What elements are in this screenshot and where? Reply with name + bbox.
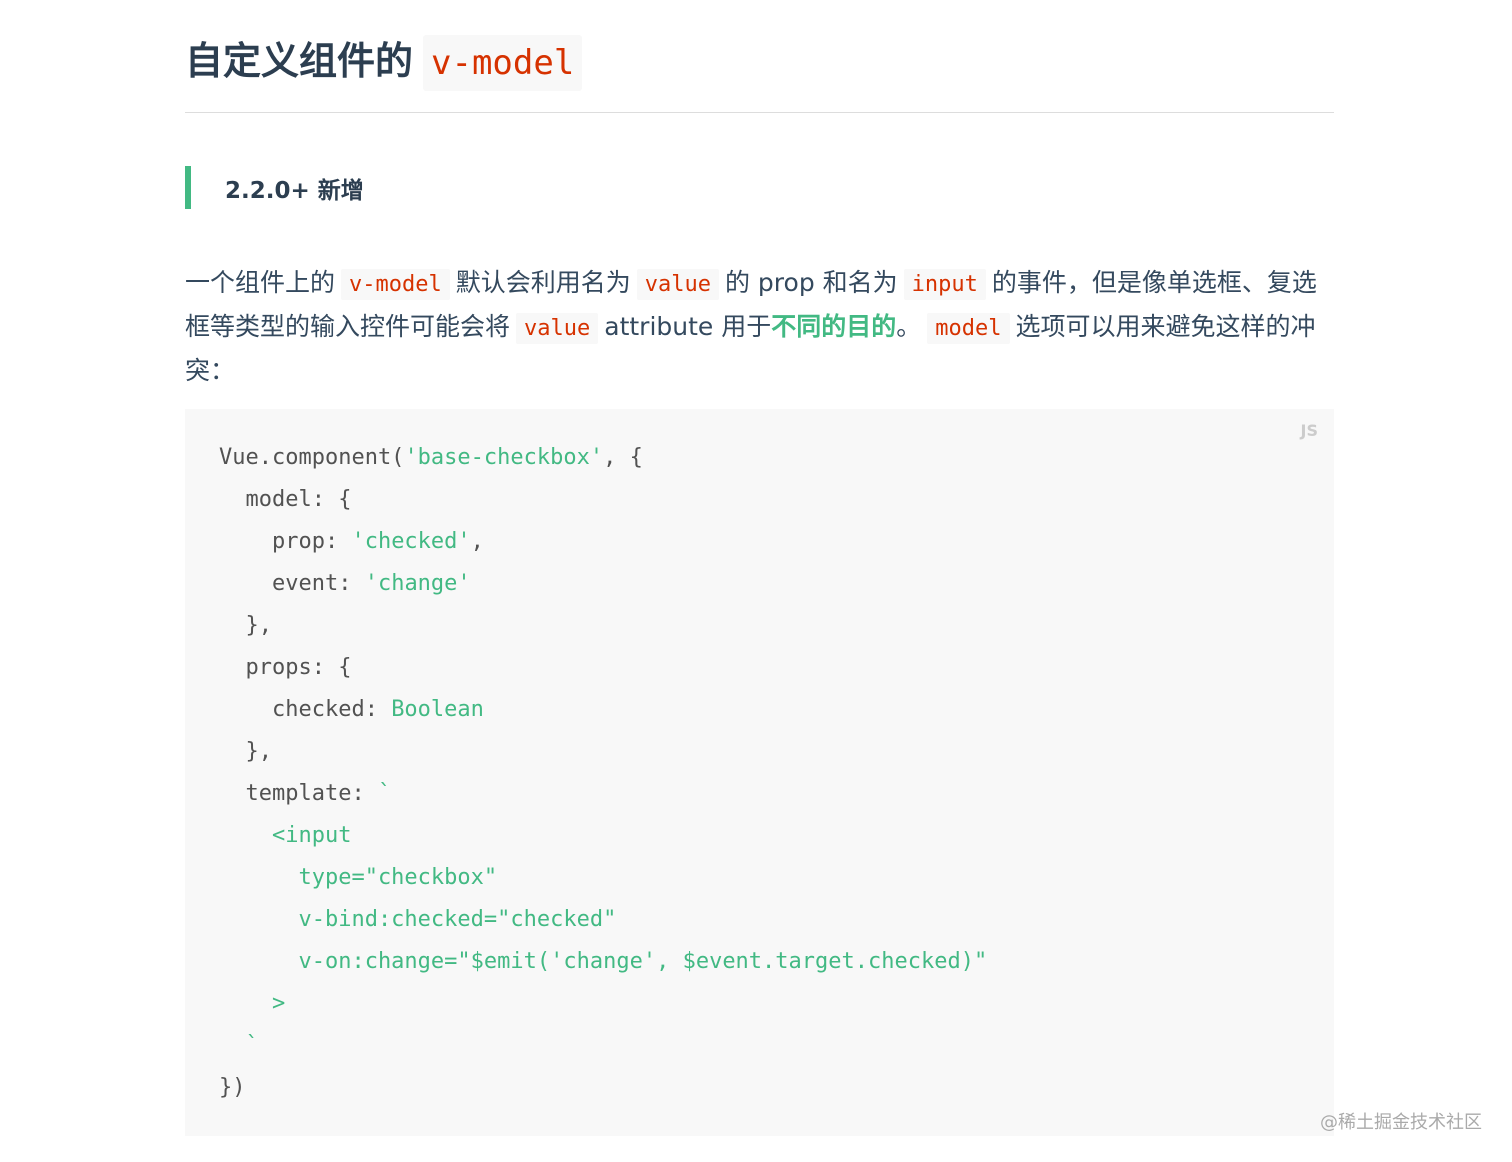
- intro-paragraph: 一个组件上的 v-model 默认会利用名为 value 的 prop 和名为 input…: [185, 262, 1334, 392]
- page-title: 自定义组件的 v-model: [185, 30, 583, 92]
- code-token: , {: [603, 445, 643, 470]
- intro-text: attribute 用于: [604, 312, 772, 341]
- code-line: template: `: [219, 773, 987, 815]
- code-token: checked:: [219, 697, 392, 722]
- code-language-label: JS: [1300, 421, 1318, 440]
- intro-text: 默认会利用名为: [455, 268, 631, 297]
- code-token: type="checkbox": [219, 865, 498, 890]
- code-token: prop:: [219, 529, 352, 554]
- code-token: 'checked': [351, 529, 471, 554]
- code-line: Vue.component('base-checkbox', {: [219, 437, 987, 479]
- code-line: type="checkbox": [219, 857, 987, 899]
- code-token: template:: [219, 781, 378, 806]
- code-line: },: [219, 605, 987, 647]
- inline-code: value: [516, 313, 599, 344]
- code-line: props: {: [219, 647, 987, 689]
- code-token: model: {: [219, 487, 352, 512]
- code-line: v-on:change="$emit('change', $event.targ…: [219, 941, 987, 983]
- code-token: v-bind:checked="checked": [219, 907, 617, 932]
- code-token: 'change': [364, 571, 471, 596]
- code-line: }): [219, 1067, 987, 1109]
- code-token: <input: [219, 823, 352, 848]
- page-title-code: v-model: [423, 35, 583, 91]
- code-token: ,: [470, 529, 484, 554]
- code-line: event: 'change': [219, 563, 987, 605]
- code-block[interactable]: JS Vue.component('base-checkbox', { mode…: [185, 409, 1334, 1136]
- code-token: `: [219, 1033, 259, 1058]
- code-line: model: {: [219, 479, 987, 521]
- code-token: event:: [219, 571, 365, 596]
- version-badge-text: 2.2.0+ 新增: [225, 177, 364, 204]
- code-line: `: [219, 1025, 987, 1067]
- intro-text: 。: [896, 312, 922, 341]
- inline-code: value: [636, 269, 719, 300]
- code-token: Boolean: [391, 697, 484, 722]
- code-token: >: [219, 991, 286, 1016]
- inline-code: input: [903, 269, 986, 300]
- code-line: <input: [219, 815, 987, 857]
- code-line: },: [219, 731, 987, 773]
- title-divider: [185, 112, 1334, 113]
- version-badge: 2.2.0+ 新增: [185, 166, 364, 209]
- code-line: >: [219, 983, 987, 1025]
- inline-code: model: [927, 313, 1010, 344]
- code-line: prop: 'checked',: [219, 521, 987, 563]
- code-token: `: [377, 781, 392, 806]
- code-line: checked: Boolean: [219, 689, 987, 731]
- code-token: }): [219, 1075, 246, 1100]
- intro-emphasis: 不同的目的: [771, 312, 897, 341]
- page-title-text: 自定义组件的: [185, 39, 414, 83]
- inline-code: v-model: [341, 269, 450, 300]
- code-token: props: {: [219, 655, 352, 680]
- code-line: v-bind:checked="checked": [219, 899, 987, 941]
- code-token: },: [219, 739, 272, 764]
- intro-text: 的 prop 和名为: [724, 268, 898, 297]
- watermark: @稀土掘金技术社区: [1320, 1112, 1482, 1133]
- code-token: },: [219, 613, 272, 638]
- code-token: 'base-checkbox': [404, 445, 604, 470]
- code-token: v-on:change="$emit('change', $event.targ…: [219, 949, 988, 974]
- intro-text: 一个组件上的: [185, 268, 336, 297]
- code-lines: Vue.component('base-checkbox', { model: …: [219, 437, 987, 1109]
- code-token: Vue.component(: [219, 445, 405, 470]
